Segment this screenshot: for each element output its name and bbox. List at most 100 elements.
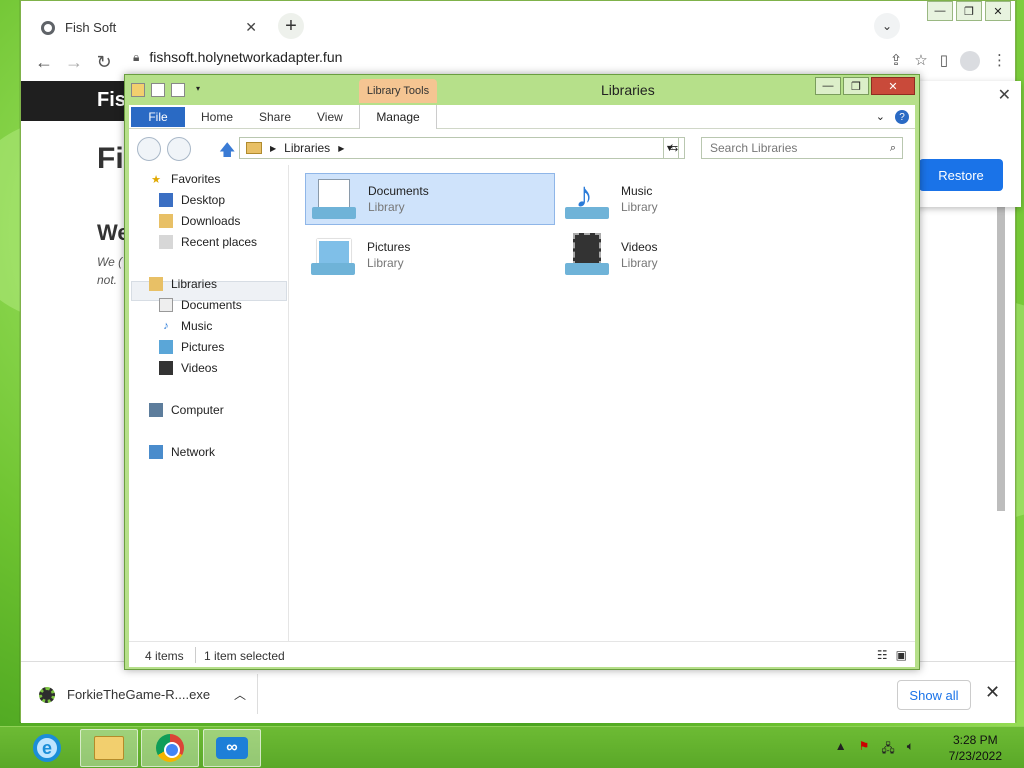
library-item-pictures[interactable]: Pictures Library: [305, 229, 555, 281]
minimize-button[interactable]: —: [927, 1, 953, 21]
tab-view[interactable]: View: [317, 110, 343, 124]
file-list: Documents Library ♪ Music Library Pictur…: [289, 165, 915, 641]
breadcrumb-arrow-icon[interactable]: ▶: [338, 144, 344, 153]
tab-file[interactable]: File: [131, 107, 185, 127]
library-item-music[interactable]: ♪ Music Library: [559, 173, 809, 225]
bookmark-star-icon[interactable]: ☆: [914, 51, 927, 71]
status-bar: 4 items 1 item selected ☷ ▣: [129, 641, 915, 667]
nav-item-pictures[interactable]: Pictures: [159, 340, 224, 354]
videos-library-icon: [565, 233, 611, 277]
nav-label: Downloads: [181, 214, 241, 228]
tab-close-icon[interactable]: ✕: [245, 19, 257, 36]
search-input[interactable]: Search Libraries ⌕: [701, 137, 903, 159]
download-bar-close-icon[interactable]: ✕: [985, 682, 1000, 703]
library-item-videos[interactable]: Videos Library: [559, 229, 809, 281]
menu-kebab-icon[interactable]: ⋮: [992, 51, 1007, 71]
network-icon: [149, 445, 163, 459]
show-hidden-icons-icon[interactable]: ▲: [835, 739, 847, 760]
help-icon[interactable]: ?: [895, 110, 909, 124]
taskbar-internet-explorer[interactable]: e: [18, 729, 76, 767]
music-library-icon: ♪: [565, 177, 611, 221]
folder-icon[interactable]: [131, 83, 145, 97]
side-panel-icon[interactable]: ▯: [940, 51, 948, 71]
download-file-name: ForkieTheGame-R....exe: [67, 687, 211, 702]
chevron-up-icon[interactable]: ︿: [234, 686, 246, 703]
tab-strip: Fish Soft ✕ + ⌄ — ❐ ✕: [21, 1, 1015, 45]
popup-close-icon[interactable]: ✕: [998, 85, 1011, 105]
address-bar[interactable]: 🔒︎ fishsoft.holynetworkadapter.fun: [133, 49, 342, 65]
taskbar-chrome[interactable]: [141, 729, 199, 767]
action-center-flag-icon[interactable]: ⚑: [859, 739, 870, 760]
close-button[interactable]: ✕: [871, 77, 915, 95]
tab-share[interactable]: Share: [259, 110, 291, 124]
close-button[interactable]: ✕: [985, 1, 1011, 21]
paragraph-line: not.: [97, 273, 118, 287]
taskbar: e ∞ ▲ ⚑ 🖧 🔈︎ 3:28 PM 7/23/2022: [0, 726, 1024, 768]
up-arrow-icon[interactable]: 🡅: [219, 139, 235, 166]
pictures-library-icon: [311, 233, 357, 277]
nav-item-downloads[interactable]: Downloads: [159, 214, 240, 228]
share-icon[interactable]: ⇪: [890, 51, 903, 71]
minimize-button[interactable]: —: [815, 77, 841, 95]
new-folder-icon[interactable]: [171, 83, 185, 97]
globe-icon: [41, 20, 55, 35]
desktop-icon: [159, 193, 173, 207]
maximize-button[interactable]: ❐: [843, 77, 869, 95]
nav-item-documents[interactable]: Documents: [159, 298, 242, 312]
nav-item-favorites[interactable]: ★ Favorites: [149, 172, 220, 186]
nav-item-computer[interactable]: Computer: [149, 403, 224, 417]
nav-item-desktop[interactable]: Desktop: [159, 193, 225, 207]
address-bar[interactable]: ▶ Libraries ▶ ▼: [239, 137, 679, 159]
tab-search-button[interactable]: ⌄: [874, 13, 900, 39]
reload-button[interactable]: ↻: [89, 52, 119, 73]
tab-manage[interactable]: Manage: [359, 105, 437, 129]
forward-button[interactable]: [167, 137, 191, 161]
search-icon[interactable]: ⌕: [890, 142, 896, 155]
qat-dropdown-icon[interactable]: ▾: [191, 83, 205, 97]
nav-item-music[interactable]: ♪ Music: [159, 319, 212, 333]
tab-fish-soft[interactable]: Fish Soft ✕: [31, 10, 267, 45]
back-button[interactable]: [137, 137, 161, 161]
nav-label: Computer: [171, 403, 224, 417]
item-name: Music: [621, 184, 653, 198]
large-icons-view-icon[interactable]: ▣: [896, 648, 907, 662]
new-tab-button[interactable]: +: [278, 13, 304, 39]
profile-avatar[interactable]: [960, 51, 980, 71]
properties-icon[interactable]: [151, 83, 165, 97]
tab-home[interactable]: Home: [201, 110, 233, 124]
system-tray: ▲ ⚑ 🖧 🔈︎: [835, 739, 914, 760]
nav-item-libraries[interactable]: Libraries: [149, 277, 217, 291]
maximize-button[interactable]: ❐: [956, 1, 982, 21]
system-clock[interactable]: 3:28 PM 7/23/2022: [949, 732, 1002, 764]
back-button[interactable]: ←: [29, 52, 59, 73]
restore-button[interactable]: Restore: [919, 159, 1003, 191]
volume-icon[interactable]: 🔈︎: [907, 739, 914, 760]
item-name: Documents: [368, 184, 429, 198]
clock-date: 7/23/2022: [948, 749, 1002, 763]
contextual-tab-group: Library Tools: [359, 79, 437, 103]
forward-button[interactable]: →: [59, 52, 89, 73]
refresh-button[interactable]: ⇆: [663, 137, 685, 159]
taskbar-infinity-app[interactable]: ∞: [203, 729, 261, 767]
breadcrumb-libraries[interactable]: Libraries: [284, 141, 330, 155]
nav-item-videos[interactable]: Videos: [159, 361, 217, 375]
details-view-icon[interactable]: ☷: [877, 648, 888, 662]
nav-item-network[interactable]: Network: [149, 445, 215, 459]
toolbar-actions: ⇪ ☆ ▯ ⋮: [890, 51, 1007, 71]
item-type: Library: [368, 200, 405, 214]
taskbar-file-explorer[interactable]: [80, 729, 138, 767]
infinity-icon: ∞: [216, 737, 248, 759]
library-item-documents[interactable]: Documents Library: [305, 173, 555, 225]
breadcrumb-arrow-icon[interactable]: ▶: [270, 144, 276, 153]
nav-label: Videos: [181, 361, 218, 375]
show-all-button[interactable]: Show all: [897, 680, 971, 710]
explorer-title-bar[interactable]: ▾ Library Tools Libraries — ❐ ✕: [125, 75, 919, 105]
download-item[interactable]: ForkieTheGame-R....exe ︿: [39, 686, 246, 703]
restore-popup: ✕ Restore: [917, 81, 1021, 207]
site-nav-bar: Fis: [21, 81, 131, 121]
star-icon: ★: [151, 173, 161, 186]
nav-item-recent-places[interactable]: Recent places: [159, 235, 257, 249]
nav-label: Desktop: [181, 193, 226, 207]
network-status-icon[interactable]: 🖧: [881, 739, 894, 760]
expand-ribbon-icon[interactable]: ⌄: [876, 110, 885, 124]
